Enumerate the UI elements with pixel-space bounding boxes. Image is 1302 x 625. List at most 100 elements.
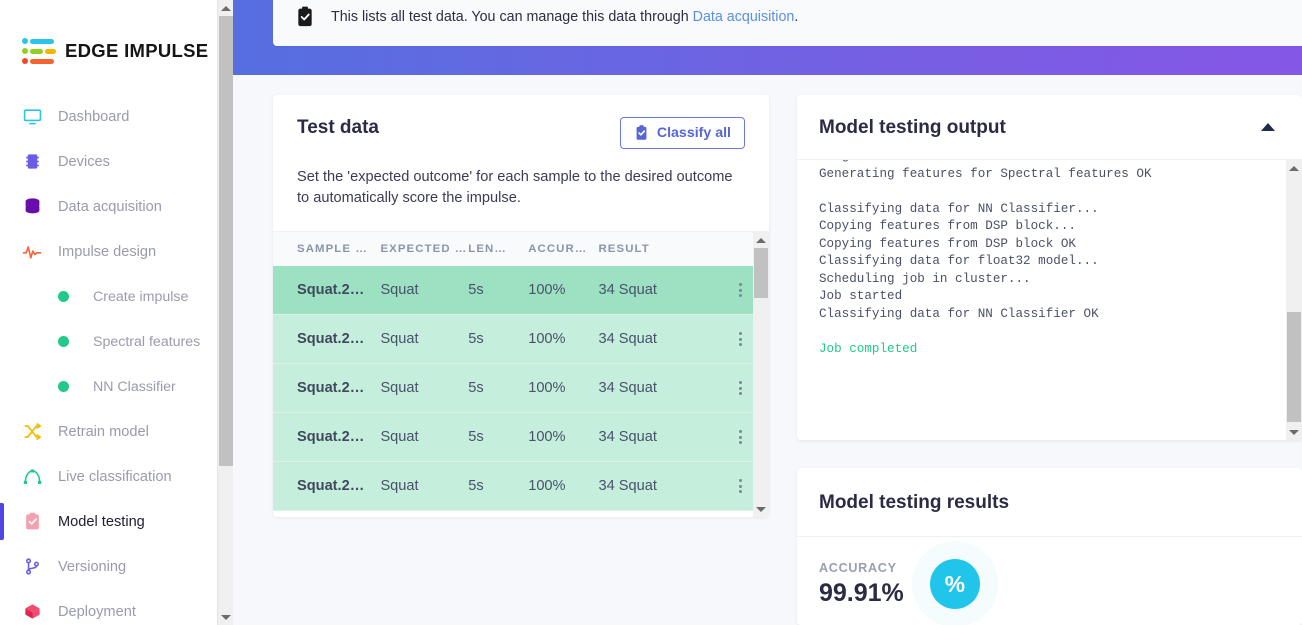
scrollbar-thumb[interactable] — [754, 248, 768, 298]
column-header-result[interactable]: RESULT — [598, 232, 712, 266]
console-completed-line: Job completed — [819, 342, 917, 356]
sidebar-item-retrain-model[interactable]: Retrain model — [0, 409, 233, 454]
info-banner-text-before: This lists all test data. You can manage… — [331, 9, 693, 25]
scrollbar-thumb[interactable] — [1287, 312, 1301, 422]
table-row[interactable]: Squat.2… Squat 5s 100% 34 Squat — [273, 266, 769, 315]
console-output[interactable]: Merged 1122 windows Generating features … — [797, 159, 1302, 440]
pulse-icon — [22, 242, 42, 262]
database-icon — [22, 197, 42, 217]
sidebar-item-create-impulse[interactable]: Create impulse — [0, 274, 233, 319]
cell-expected: Squat — [380, 462, 468, 511]
scroll-up-arrow-icon[interactable] — [753, 232, 769, 248]
sidebar-item-nn-classifier[interactable]: NN Classifier — [0, 364, 233, 409]
clipboard-check-icon — [634, 125, 649, 141]
scroll-up-arrow-icon[interactable] — [1286, 160, 1302, 176]
cell-length: 5s — [468, 462, 528, 511]
cell-result: 34 Squat — [598, 364, 712, 413]
cell-sample: Squat.2… — [273, 413, 380, 462]
sidebar-item-label: Dashboard — [58, 109, 129, 125]
cell-accuracy: 100% — [528, 462, 598, 511]
info-banner-text-after: . — [794, 9, 798, 25]
test-data-table-wrap: SAMPLE … EXPECTED … LEN… ACCUR… RESULT S… — [273, 231, 769, 517]
scroll-down-arrow-icon[interactable] — [218, 609, 233, 625]
clipboard-check-icon — [295, 6, 315, 28]
cell-result: 34 Squat — [598, 315, 712, 364]
table-header-row: SAMPLE … EXPECTED … LEN… ACCUR… RESULT — [273, 232, 769, 266]
sidebar-item-label: Data acquisition — [58, 199, 162, 215]
cell-accuracy: 100% — [528, 364, 598, 413]
sidebar-item-live-classification[interactable]: Live classification — [0, 454, 233, 499]
table-row[interactable]: Squat.2… Squat 5s 100% 34 Squat — [273, 315, 769, 364]
column-header-accuracy[interactable]: ACCUR… — [528, 232, 598, 266]
cell-expected: Squat — [380, 315, 468, 364]
monitor-icon — [22, 107, 42, 127]
content-area: Test data Classify all Set the 'expected — [233, 75, 1302, 625]
sidebar-item-spectral-features[interactable]: Spectral features — [0, 319, 233, 364]
curve-icon — [22, 467, 42, 487]
scroll-up-arrow-icon[interactable] — [218, 0, 233, 16]
console-scrollbar[interactable] — [1286, 160, 1302, 440]
cell-expected: Squat — [380, 266, 468, 315]
page-title: Test data — [297, 117, 379, 139]
brand-logo[interactable]: EDGE IMPULSE — [0, 0, 233, 74]
classify-all-label: Classify all — [657, 125, 731, 141]
test-data-table: SAMPLE … EXPECTED … LEN… ACCUR… RESULT S… — [273, 232, 769, 511]
main-content: This lists all test data. You can manage… — [233, 0, 1302, 625]
info-banner: This lists all test data. You can manage… — [273, 0, 1302, 46]
column-header-expected[interactable]: EXPECTED … — [380, 232, 468, 266]
sidebar-item-versioning[interactable]: Versioning — [0, 544, 233, 589]
data-acquisition-link[interactable]: Data acquisition — [693, 9, 795, 25]
classify-all-button[interactable]: Classify all — [620, 117, 745, 149]
branch-icon — [22, 557, 42, 577]
sidebar-nav: Dashboard Devices — [0, 94, 233, 625]
cell-result: 34 Squat — [598, 266, 712, 315]
sidebar-item-label: Spectral features — [93, 334, 200, 350]
scroll-down-arrow-icon[interactable] — [1286, 424, 1302, 440]
clipboard-check-icon — [22, 512, 42, 532]
sidebar-item-data-acquisition[interactable]: Data acquisition — [0, 184, 233, 229]
dot-icon — [58, 291, 69, 302]
sidebar-item-label: Live classification — [58, 469, 172, 485]
dot-icon — [58, 381, 69, 392]
sidebar-item-label: Impulse design — [58, 244, 156, 260]
test-data-header: Test data Classify all — [273, 95, 769, 149]
cell-length: 5s — [468, 364, 528, 413]
table-row[interactable]: Squat.2… Squat 5s 100% 34 Squat — [273, 462, 769, 511]
brand-name: EDGE IMPULSE — [65, 40, 208, 62]
sidebar-item-model-testing[interactable]: Model testing — [0, 499, 233, 544]
model-testing-output-header: Model testing output — [797, 95, 1302, 159]
model-testing-output-card: Model testing output Merged 1122 windows… — [797, 95, 1302, 440]
shuffle-icon — [22, 422, 42, 442]
cell-sample: Squat.2… — [273, 315, 380, 364]
sidebar-item-devices[interactable]: Devices — [0, 139, 233, 184]
sidebar-item-label: NN Classifier — [93, 379, 176, 395]
sidebar-item-deployment[interactable]: Deployment — [0, 589, 233, 625]
console-output-wrap: Merged 1122 windows Generating features … — [797, 159, 1302, 440]
table-row[interactable]: Squat.2… Squat 5s 100% 34 Squat — [273, 413, 769, 462]
chip-icon — [22, 152, 42, 172]
cell-sample: Squat.2… — [273, 462, 380, 511]
sidebar-item-impulse-design[interactable]: Impulse design — [0, 229, 233, 274]
model-testing-results-body: ACCURACY 99.91% % — [797, 536, 1302, 609]
column-header-sample[interactable]: SAMPLE … — [273, 232, 380, 266]
model-testing-results-card: Model testing results ACCURACY 99.91% % — [797, 468, 1302, 625]
scrollbar-thumb[interactable] — [219, 16, 233, 466]
console-log-lines: Merged 1122 windows Generating features … — [819, 159, 1152, 321]
cell-length: 5s — [468, 413, 528, 462]
column-header-length[interactable]: LEN… — [468, 232, 528, 266]
chevron-up-icon[interactable] — [1260, 119, 1276, 137]
dot-icon — [58, 336, 69, 347]
table-scrollbar[interactable] — [753, 232, 769, 517]
cell-length: 5s — [468, 315, 528, 364]
cell-expected: Squat — [380, 364, 468, 413]
edge-impulse-logo-icon — [22, 38, 56, 64]
sidebar-item-dashboard[interactable]: Dashboard — [0, 94, 233, 139]
table-row[interactable]: Squat.2… Squat 5s 100% 34 Squat — [273, 364, 769, 413]
sidebar-scrollbar[interactable] — [217, 0, 233, 625]
sidebar-item-label: Versioning — [58, 559, 126, 575]
scroll-down-arrow-icon[interactable] — [753, 501, 769, 517]
right-column: Model testing output Merged 1122 windows… — [797, 95, 1302, 625]
model-testing-output-title: Model testing output — [819, 117, 1006, 139]
accuracy-label: ACCURACY — [819, 561, 904, 575]
accuracy-block: ACCURACY 99.91% — [819, 561, 904, 608]
